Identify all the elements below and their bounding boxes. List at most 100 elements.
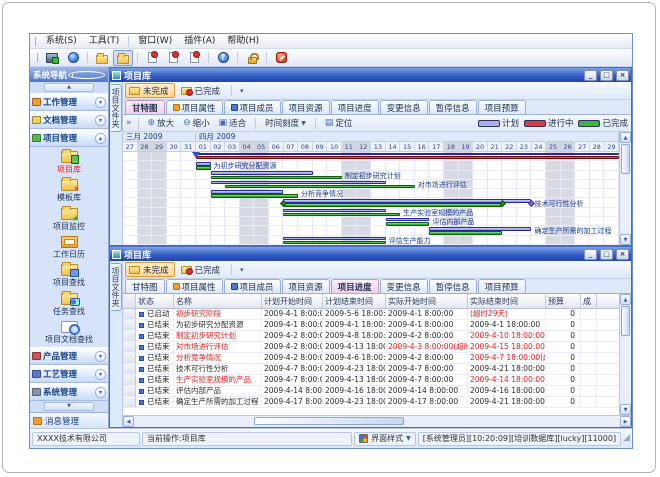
gantt-done-bar[interactable]: [283, 241, 385, 245]
scroll-down-arrow[interactable]: ▼: [620, 404, 631, 415]
toolbar-button-folder-open[interactable]: [113, 50, 133, 66]
table-header-计划结束时间[interactable]: 计划结束时间: [323, 294, 386, 308]
table-header-计划开始时间[interactable]: 计划开始时间: [262, 294, 323, 308]
tab-project-folder[interactable]: 项目文件夹: [111, 84, 122, 132]
table-row[interactable]: 已结束确定生产所需的加工过程2009-4-17 8:00:002009-4-23…: [123, 397, 619, 408]
close-button[interactable]: ×: [616, 70, 629, 81]
table-row[interactable]: 已启动初步研究阶段2009-4-1 8:00:002009-5-6 18:00:…: [123, 309, 619, 320]
gantt-plan-bar[interactable]: [211, 181, 386, 185]
tab-暂停信息[interactable]: 暂停信息: [429, 279, 477, 293]
scroll-thumb[interactable]: [254, 417, 404, 425]
table-row[interactable]: 已结束生产实验室规模的产品2009-4-7 8:00:002009-4-13 1…: [123, 375, 619, 386]
gantt-vertical-scrollbar[interactable]: ▲ ▼: [619, 132, 631, 245]
finished-filter-button[interactable]: 已完成: [177, 83, 227, 98]
style-selector[interactable]: 界面样式 ▼: [354, 432, 416, 446]
tab-项目成员[interactable]: 项目成员: [224, 100, 281, 114]
gantt-done-bar[interactable]: [211, 194, 299, 198]
tab-项目进度[interactable]: 项目进度: [331, 279, 379, 293]
tab-甘特图[interactable]: 甘特图: [125, 279, 165, 293]
gantt-plan-bar[interactable]: [211, 190, 284, 194]
tab-变更信息[interactable]: 变更信息: [380, 100, 428, 114]
zoom-in-button[interactable]: ⊕放大: [145, 116, 178, 130]
chevron-down-icon[interactable]: ▾: [95, 387, 106, 398]
sidebar-scroll-down-button[interactable]: ▼: [44, 402, 94, 411]
gantt-plan-bar[interactable]: [211, 171, 313, 175]
chevron-up-icon[interactable]: ▴: [95, 133, 106, 144]
toolbar-button-lock[interactable]: [242, 50, 262, 66]
toolbar-button-stop[interactable]: [271, 50, 291, 66]
scroll-thumb[interactable]: [621, 306, 630, 336]
sidebar-tab-messages[interactable]: 消息管理: [30, 412, 108, 428]
table-header-名称[interactable]: 名称: [174, 294, 262, 308]
resize-grip[interactable]: ◢: [623, 434, 630, 443]
chevron-down-icon[interactable]: ▾: [95, 351, 106, 362]
gantt-plan-bar[interactable]: [386, 218, 430, 222]
table-header-实际结束时间[interactable]: 实际结束时间: [468, 294, 546, 308]
menu-item[interactable]: 系统(S): [40, 34, 83, 48]
sidebar-item-工作日历[interactable]: 工作日历: [30, 234, 108, 262]
chevron-down-icon[interactable]: ▾: [95, 369, 106, 380]
pin-icon[interactable]: [68, 71, 105, 79]
sidebar-scroll-up-button[interactable]: ▲: [44, 83, 94, 92]
table-row[interactable]: 已结束为初步研究分配资源2009-4-1 8:00:002009-4-1 18:…: [123, 320, 619, 331]
sidebar-item-模板库[interactable]: 模板库: [30, 177, 108, 205]
toolbar-button-folder-closed[interactable]: [92, 50, 112, 66]
locate-button[interactable]: ▤定位: [322, 116, 356, 130]
table-row[interactable]: 已结束评估内部产品2009-4-14 8:00:002009-4-16 18:0…: [123, 386, 619, 397]
toolbar-button-report-3[interactable]: [184, 50, 204, 66]
sidebar-item-项目查找[interactable]: 项目查找: [30, 262, 108, 290]
fit-button[interactable]: ▣适合: [216, 116, 250, 130]
table-row[interactable]: 已结束分析竞争情况2009-4-2 8:00:002009-4-6 18:00:…: [123, 353, 619, 364]
tab-项目预算[interactable]: 项目预算: [478, 279, 526, 293]
table-header-状态[interactable]: 状态: [136, 294, 174, 308]
unfinished-filter-button[interactable]: 未完成: [125, 262, 175, 277]
sidebar-group-文档管理[interactable]: 文档管理▾: [30, 111, 108, 129]
toolbar-button-report-2[interactable]: [163, 50, 183, 66]
table-header-成[interactable]: 成: [581, 294, 597, 308]
sidebar-group-系统管理[interactable]: 系统管理▾: [30, 383, 108, 401]
overflow-chevron-icon[interactable]: [126, 118, 132, 128]
table-horizontal-scrollbar[interactable]: ◀ ▶: [123, 415, 631, 427]
time-scale-dropdown[interactable]: 时间刻度▼: [262, 116, 309, 130]
tab-项目属性[interactable]: 项目属性: [166, 100, 223, 114]
tab-项目资源[interactable]: 项目资源: [282, 279, 330, 293]
table-header-实际开始时间[interactable]: 实际开始时间: [386, 294, 468, 308]
tab-变更信息[interactable]: 变更信息: [380, 279, 428, 293]
tab-项目预算[interactable]: 项目预算: [478, 100, 526, 114]
toolbar-overflow-button[interactable]: ▾: [237, 87, 247, 95]
toolbar-button-globe[interactable]: [63, 50, 83, 66]
scroll-thumb[interactable]: [621, 144, 630, 174]
menu-item[interactable]: 工具(T): [83, 34, 126, 48]
gantt-plan-bar[interactable]: [283, 209, 385, 213]
maximize-button[interactable]: □: [600, 249, 613, 260]
table-header-预算[interactable]: 预算: [546, 294, 581, 308]
toolbar-button-computer[interactable]: [42, 50, 62, 66]
gantt-plan-bar[interactable]: [283, 199, 531, 203]
minimize-button[interactable]: _: [584, 249, 597, 260]
scroll-up-arrow[interactable]: ▲: [620, 132, 631, 143]
menu-item[interactable]: 窗口(W): [132, 34, 178, 48]
tab-项目进度[interactable]: 项目进度: [331, 100, 379, 114]
table-row[interactable]: 已结束技术可行性分析2009-4-7 8:00:002009-4-23 18:0…: [123, 364, 619, 375]
close-button[interactable]: ×: [616, 249, 629, 260]
sidebar-group-产品管理[interactable]: 产品管理▾: [30, 347, 108, 365]
tab-项目资源[interactable]: 项目资源: [282, 100, 330, 114]
menu-item[interactable]: 帮助(H): [221, 34, 265, 48]
sidebar-group-项目管理[interactable]: 项目管理▴: [30, 129, 108, 147]
scroll-right-arrow[interactable]: ▶: [620, 416, 631, 427]
unfinished-filter-button[interactable]: 未完成: [125, 83, 175, 98]
tab-项目成员[interactable]: 项目成员: [224, 279, 281, 293]
minimize-button[interactable]: _: [584, 70, 597, 81]
chevron-down-icon[interactable]: ▾: [95, 115, 106, 126]
toolbar-button-report-1[interactable]: [142, 50, 162, 66]
gantt-done-bar[interactable]: [211, 176, 342, 180]
gantt-done-bar[interactable]: [283, 203, 502, 207]
sidebar-group-工作管理[interactable]: 工作管理▾: [30, 93, 108, 111]
sidebar-item-项目文档查找[interactable]: 项目文档查找: [30, 319, 108, 347]
sidebar-group-工艺管理[interactable]: 工艺管理▾: [30, 365, 108, 383]
gantt-progress-bar[interactable]: [196, 156, 619, 160]
gantt-plan-bar[interactable]: [429, 227, 531, 231]
table-row[interactable]: 已结束对市场进行评估2009-4-2 8:00:002009-4-13 18:0…: [123, 342, 619, 353]
tab-暂停信息[interactable]: 暂停信息: [429, 100, 477, 114]
gantt-done-bar[interactable]: [196, 166, 211, 170]
